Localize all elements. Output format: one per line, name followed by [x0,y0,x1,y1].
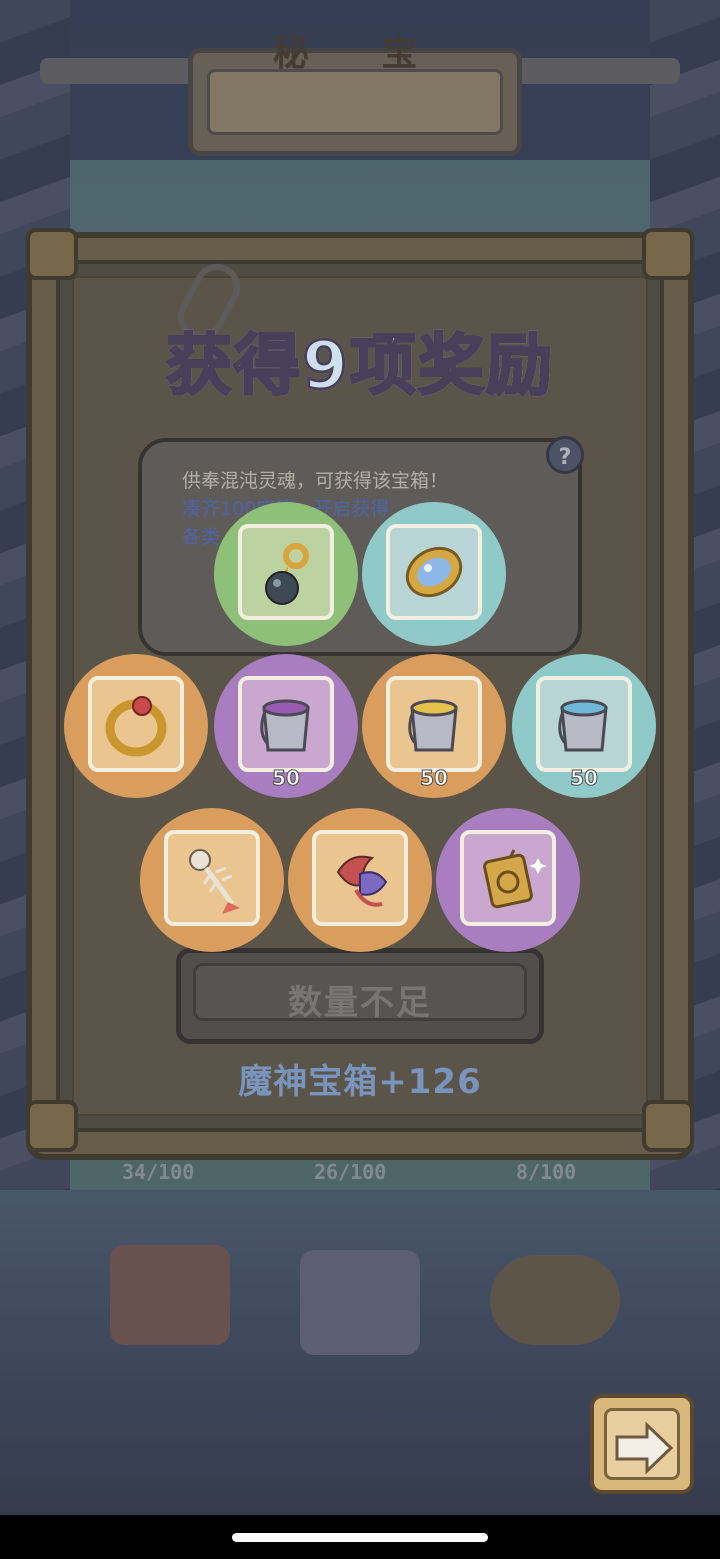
reward-item-1 [214,502,358,646]
reward-count: 50 [570,766,599,791]
reward-item-9 [436,808,580,952]
feather-wing-icon [336,855,388,907]
home-indicator[interactable] [232,1533,488,1542]
reward-count: 50 [272,766,301,791]
reward-item-5: 50 [362,654,506,798]
purple-paint-bucket-icon [260,699,310,752]
rewards-title: 获得9项奖励 [0,312,720,408]
gold-ring-icon [105,696,167,757]
golden-amulet-icon [483,849,547,909]
reward-item-4: 50 [214,654,358,798]
reward-count: 50 [420,766,449,791]
reward-item-8 [288,808,432,952]
blue-gem-mirror-icon [405,546,463,598]
next-arrow-button[interactable] [590,1394,694,1494]
reward-item-6: 50 [512,654,656,798]
black-pearl-pendant-icon [265,543,309,605]
fish-bone-icon [189,849,240,914]
reward-item-3 [64,654,208,798]
reward-item-7 [140,808,284,952]
arrow-right-icon [615,1421,674,1475]
cyan-paint-bucket-icon [558,699,608,752]
yellow-paint-bucket-icon [408,699,458,752]
reward-item-2 [362,502,506,646]
